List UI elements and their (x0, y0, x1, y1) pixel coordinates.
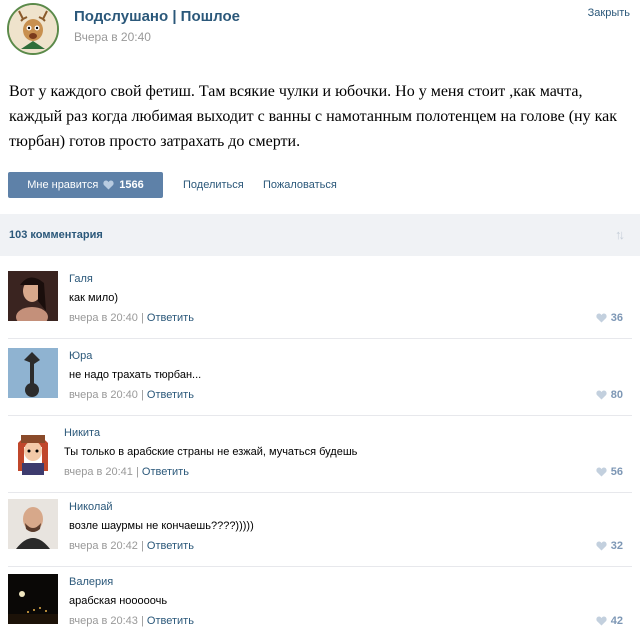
comment-meta: вчера в 20:41 | Ответить (64, 466, 189, 478)
reply-button[interactable]: Ответить (142, 466, 189, 478)
comment-time[interactable]: вчера в 20:40 (69, 312, 138, 324)
comment-like-count: 56 (610, 466, 623, 478)
comment-author[interactable]: Николай (69, 501, 113, 513)
comment-like-count: 32 (610, 540, 623, 552)
group-name[interactable]: Подслушано | Пошлое (74, 8, 240, 25)
reply-button[interactable]: Ответить (147, 615, 194, 627)
heart-icon (596, 467, 607, 477)
post-header: Подслушано | Пошлое Вчера в 20:40 Закрыт… (0, 0, 640, 60)
heart-icon (596, 390, 607, 400)
meta-separator: | (140, 615, 144, 627)
reply-button[interactable]: Ответить (147, 312, 194, 324)
comment-like-button[interactable]: 80 (596, 389, 623, 401)
meta-separator: | (140, 540, 144, 552)
like-count: 1566 (119, 179, 144, 191)
avatar[interactable] (8, 271, 58, 321)
meta-separator: | (135, 466, 139, 478)
share-button[interactable]: Поделиться (183, 179, 244, 191)
comment-text: не надо трахать тюрбан... (69, 369, 202, 381)
comment-meta: вчера в 20:42 | Ответить (69, 540, 194, 552)
comment-text: Ты только в арабские страны не езжай, му… (64, 446, 358, 458)
avatar[interactable] (8, 425, 58, 475)
comments-header: 103 комментария ↑↓ (0, 214, 640, 256)
comment-author[interactable]: Галя (69, 273, 93, 285)
comment-item: Юра не надо трахать тюрбан... вчера в 20… (0, 339, 640, 416)
comment-like-count: 36 (610, 312, 623, 324)
report-button[interactable]: Пожаловаться (263, 179, 337, 191)
meta-separator: | (140, 312, 144, 324)
like-button[interactable]: Мне нравится 1566 (8, 172, 163, 198)
avatar[interactable] (8, 499, 58, 549)
comment-author[interactable]: Никита (64, 427, 100, 439)
comment-text: как мило) (69, 292, 119, 304)
like-label: Мне нравится (27, 179, 99, 191)
sort-arrows-icon[interactable]: ↑↓ (615, 227, 625, 242)
comment-item: Николай возле шаурмы не кончаешь????))))… (0, 490, 640, 567)
close-button[interactable]: Закрыть (588, 7, 630, 19)
comment-like-count: 80 (610, 389, 623, 401)
group-avatar[interactable] (7, 3, 59, 55)
post-time[interactable]: Вчера в 20:40 (74, 30, 151, 44)
avatar[interactable] (8, 348, 58, 398)
comments-count[interactable]: 103 комментария (9, 229, 103, 241)
comment-item: Валерия арабская нооооочь вчера в 20:43 … (0, 565, 640, 642)
comment-time[interactable]: вчера в 20:41 (64, 466, 133, 478)
heart-icon (596, 616, 607, 626)
heart-icon (103, 180, 114, 190)
comment-item: Галя как мило) вчера в 20:40 | Ответить … (0, 262, 640, 339)
avatar[interactable] (8, 574, 58, 624)
comment-author[interactable]: Валерия (69, 576, 113, 588)
comment-meta: вчера в 20:40 | Ответить (69, 389, 194, 401)
comment-like-button[interactable]: 36 (596, 312, 623, 324)
reply-button[interactable]: Ответить (147, 540, 194, 552)
comment-text: возле шаурмы не кончаешь????))))) (69, 520, 254, 532)
comment-item: Никита Ты только в арабские страны не ез… (0, 416, 640, 493)
comment-like-count: 42 (610, 615, 623, 627)
comment-meta: вчера в 20:43 | Ответить (69, 615, 194, 627)
comment-time[interactable]: вчера в 20:43 (69, 615, 138, 627)
comment-time[interactable]: вчера в 20:42 (69, 540, 138, 552)
comment-like-button[interactable]: 32 (596, 540, 623, 552)
meta-separator: | (140, 389, 144, 401)
heart-icon (596, 541, 607, 551)
comment-like-button[interactable]: 42 (596, 615, 623, 627)
heart-icon (596, 313, 607, 323)
comment-author[interactable]: Юра (69, 350, 92, 362)
reply-button[interactable]: Ответить (147, 389, 194, 401)
comment-time[interactable]: вчера в 20:40 (69, 389, 138, 401)
post-text: Вот у каждого свой фетиш. Там всякие чул… (9, 83, 617, 150)
comment-text: арабская нооооочь (69, 595, 168, 607)
comment-like-button[interactable]: 56 (596, 466, 623, 478)
comment-meta: вчера в 20:40 | Ответить (69, 312, 194, 324)
